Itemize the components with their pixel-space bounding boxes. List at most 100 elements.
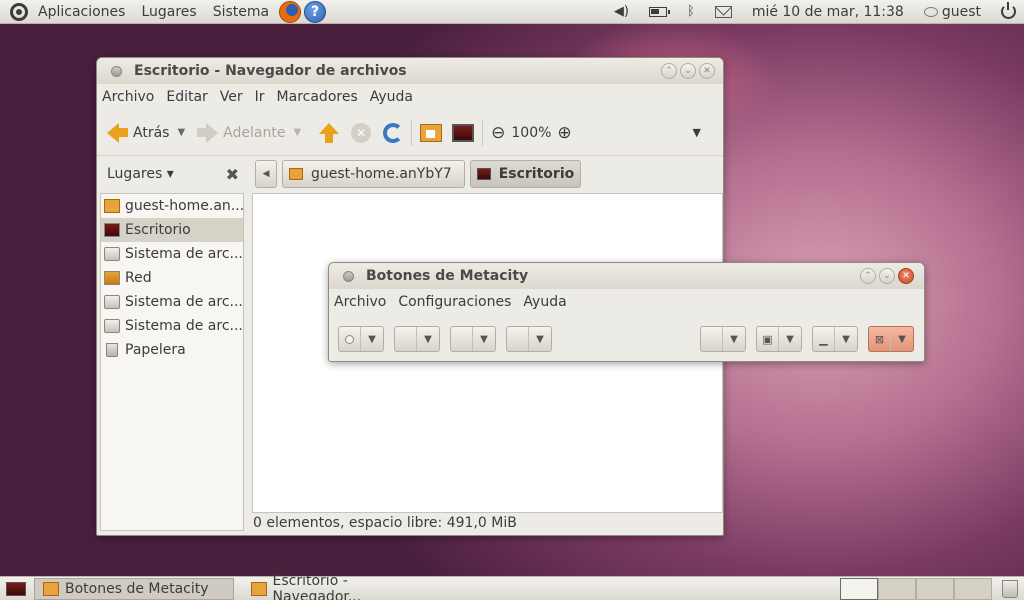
right-button-2-select[interactable]: ▣ ▼ [756, 326, 802, 352]
file-browser-titlebar[interactable]: Escritorio - Navegador de archivos ⌃ ⌄ ✕ [97, 58, 723, 84]
clock[interactable]: mié 10 de mar, 11:38 [752, 4, 904, 20]
left-button-4-select[interactable]: ▼ [506, 326, 552, 352]
metacity-titlebar[interactable]: Botones de Metacity ⌃ ⌄ ✕ [329, 263, 924, 289]
firefox-icon[interactable] [279, 0, 302, 23]
close-icon[interactable]: ✕ [898, 268, 914, 284]
show-desktop-icon[interactable] [6, 581, 26, 596]
forward-history-dropdown[interactable]: ▼ [293, 127, 301, 138]
workspace-1[interactable] [840, 577, 878, 600]
close-icon[interactable]: ✕ [699, 63, 715, 79]
sidebar-item-papelera[interactable]: Papelera [101, 338, 243, 362]
reload-icon[interactable] [383, 122, 404, 143]
metacity-buttons-window: Botones de Metacity ⌃ ⌄ ✕ Archivo Config… [328, 262, 925, 362]
bluetooth-icon[interactable]: ᛒ [687, 4, 695, 19]
button-layout-row: ▼ ▼ ▼ ▼ ▼ ▣ ▼ ▁ ▼ ⊠ ▼ [329, 315, 924, 361]
menu-ir[interactable]: Ir [249, 89, 271, 105]
maximize-icon[interactable]: ⌄ [680, 63, 696, 79]
forward-arrow-icon [197, 122, 219, 143]
toolbar-overflow-icon[interactable]: ▼ [693, 126, 701, 139]
home-folder-icon [104, 199, 120, 213]
zoom-in-icon[interactable]: ⊕ [557, 123, 571, 143]
minimize-icon[interactable]: ⌃ [661, 63, 677, 79]
back-label: Atrás [133, 124, 170, 141]
ubuntu-logo-icon[interactable] [10, 2, 28, 21]
toolbar-separator [482, 119, 484, 146]
sidebar-item-filesystem-2[interactable]: Sistema de arc... [101, 290, 243, 314]
minimize-icon[interactable]: ⌃ [860, 268, 876, 284]
menu-archivo[interactable]: Archivo [97, 89, 160, 105]
computer-icon[interactable] [452, 123, 475, 142]
chevron-down-icon: ▼ [842, 333, 850, 345]
mail-icon[interactable] [714, 5, 732, 18]
sidebar-places-selector[interactable]: Lugares ▾ [107, 166, 174, 182]
window-menu-icon[interactable] [111, 65, 122, 77]
workspace-switcher [840, 577, 992, 600]
sidebar-item-label: Papelera [125, 342, 186, 358]
chevron-down-icon: ▼ [786, 333, 794, 345]
user-icon [923, 6, 938, 17]
menu-sistema[interactable]: Sistema [205, 0, 277, 24]
taskbar-label: Botones de Metacity [65, 580, 209, 597]
sidebar-item-escritorio[interactable]: Escritorio [101, 218, 243, 242]
sidebar-item-label: guest-home.an... [125, 198, 243, 214]
path-scroll-left-icon[interactable]: ◀ [255, 160, 277, 188]
sidebar-item-filesystem-1[interactable]: Sistema de arc... [101, 242, 243, 266]
back-history-dropdown[interactable]: ▼ [177, 127, 185, 138]
stop-icon[interactable]: ✕ [351, 122, 372, 143]
left-button-2-select[interactable]: ▼ [394, 326, 440, 352]
taskbar-item-file-browser[interactable]: Escritorio - Navegador... [242, 573, 436, 600]
up-icon[interactable] [319, 122, 340, 143]
sidebar-item-red[interactable]: Red [101, 266, 243, 290]
back-button[interactable]: Atrás [107, 122, 170, 143]
menu-configuraciones[interactable]: Configuraciones [392, 294, 517, 310]
menu-ayuda[interactable]: Ayuda [364, 89, 419, 105]
user-menu[interactable]: guest [923, 3, 981, 20]
sidebar-header: Lugares ▾ ✖ [97, 157, 247, 191]
window-menu-icon[interactable] [343, 270, 354, 282]
workspace-4[interactable] [954, 577, 992, 600]
power-icon[interactable] [1001, 2, 1016, 19]
metacity-title: Botones de Metacity [366, 268, 529, 284]
sidebar-item-filesystem-3[interactable]: Sistema de arc... [101, 314, 243, 338]
menu-archivo[interactable]: Archivo [329, 294, 392, 310]
user-name: guest [941, 3, 981, 20]
chevron-down-icon: ▼ [898, 333, 906, 345]
battery-icon[interactable] [649, 6, 670, 17]
right-button-4-select[interactable]: ⊠ ▼ [868, 326, 914, 352]
menu-editar[interactable]: Editar [160, 89, 213, 105]
menu-dot-icon [339, 327, 361, 351]
file-browser-menubar: Archivo Editar Ver Ir Marcadores Ayuda [97, 84, 723, 110]
menu-ayuda[interactable]: Ayuda [517, 294, 572, 310]
home-icon[interactable] [420, 123, 443, 142]
left-button-3-select[interactable]: ▼ [450, 326, 496, 352]
file-browser-toolbar: Atrás ▼ Adelante ▼ ✕ ⊖ 100% ⊕ ▼ [97, 110, 723, 156]
right-button-3-select[interactable]: ▁ ▼ [812, 326, 858, 352]
drive-icon [104, 247, 120, 261]
left-button-1-select[interactable]: ▼ [338, 326, 384, 352]
workspace-2[interactable] [878, 577, 916, 600]
forward-button[interactable]: Adelante [197, 122, 285, 143]
drive-icon [104, 319, 120, 333]
menu-lugares[interactable]: Lugares [133, 0, 204, 24]
maximize-box-icon: ▣ [757, 327, 779, 351]
path-button-home[interactable]: guest-home.anYbY7 [282, 160, 465, 188]
sidebar-close-icon[interactable]: ✖ [226, 165, 239, 184]
folder-icon [251, 581, 267, 596]
help-icon[interactable]: ? [304, 0, 327, 23]
taskbar-item-metacity[interactable]: Botones de Metacity [34, 577, 234, 600]
trash-icon[interactable] [1002, 579, 1018, 598]
menu-marcadores[interactable]: Marcadores [271, 89, 364, 105]
zoom-level[interactable]: 100% [511, 125, 551, 141]
menu-aplicaciones[interactable]: Aplicaciones [30, 0, 133, 24]
path-button-escritorio[interactable]: Escritorio [469, 160, 582, 188]
menu-ver[interactable]: Ver [214, 89, 249, 105]
maximize-icon[interactable]: ⌄ [879, 268, 895, 284]
sidebar-item-home[interactable]: guest-home.an... [101, 194, 243, 218]
file-browser-title: Escritorio - Navegador de archivos [134, 63, 407, 79]
right-button-1-select[interactable]: ▼ [700, 326, 746, 352]
volume-icon[interactable]: ◀) [614, 4, 629, 19]
sidebar: guest-home.an... Escritorio Sistema de a… [100, 193, 244, 531]
zoom-out-icon[interactable]: ⊖ [491, 123, 505, 143]
workspace-3[interactable] [916, 577, 954, 600]
chevron-down-icon: ▼ [424, 333, 432, 345]
